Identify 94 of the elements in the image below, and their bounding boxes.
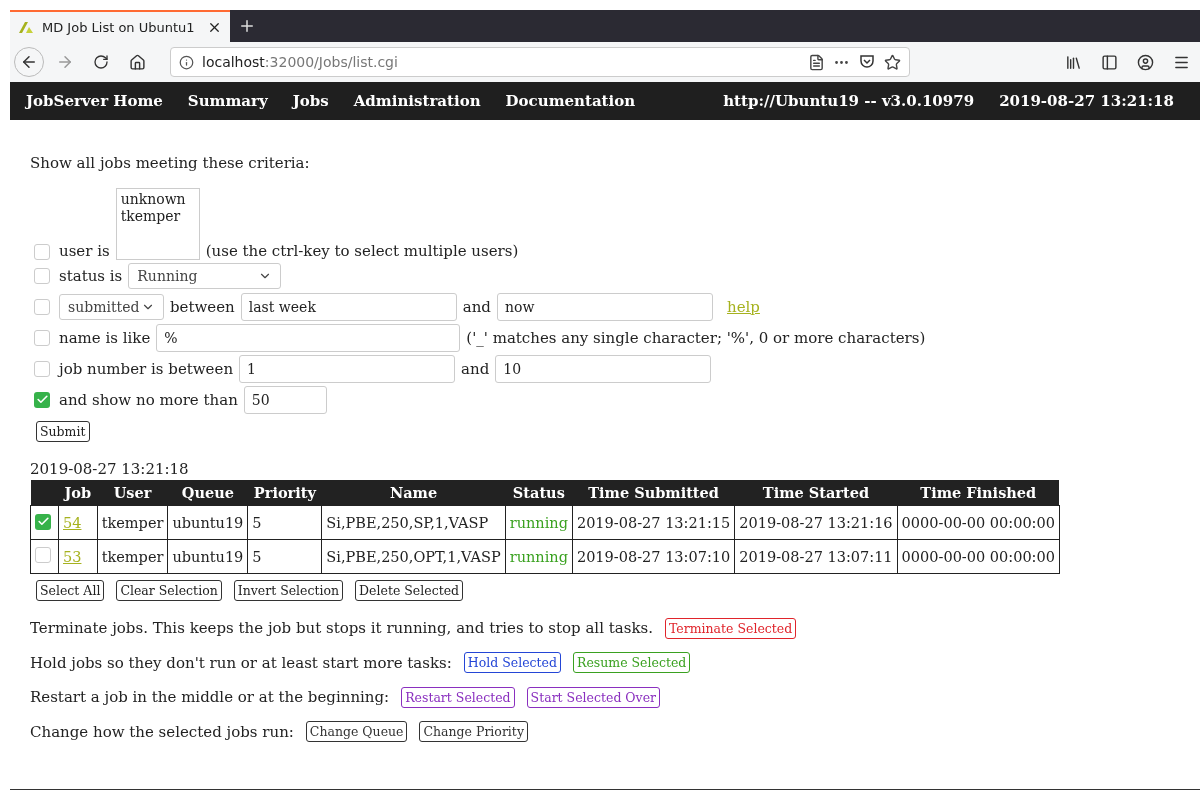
table-cell: 2019-08-27 13:07:10 xyxy=(572,539,735,574)
label: between xyxy=(170,297,235,316)
table-cell: tkemper xyxy=(97,505,168,540)
table-cell: running xyxy=(505,539,573,574)
input-field[interactable]: now xyxy=(497,292,713,321)
checkbox[interactable] xyxy=(34,244,50,260)
checkbox[interactable] xyxy=(35,547,51,563)
label: and show no more than xyxy=(59,390,238,409)
action-button[interactable]: Change Priority xyxy=(419,721,528,743)
checkbox[interactable] xyxy=(34,298,50,315)
action-button[interactable]: Resume Selected xyxy=(573,652,691,674)
nav-link[interactable]: Summary xyxy=(187,92,268,110)
reload-icon[interactable] xyxy=(93,54,109,70)
table-cell: 0000-00-00 00:00:00 xyxy=(897,539,1060,574)
checkbox[interactable] xyxy=(34,391,50,408)
input-field[interactable]: 10 xyxy=(495,354,712,383)
table-cell: 5 xyxy=(247,539,322,574)
timestamp: 2019-08-27 13:21:18 xyxy=(999,92,1174,110)
pocket-icon[interactable] xyxy=(858,53,876,71)
action-button[interactable]: Change Queue xyxy=(305,721,408,743)
table-cell: 2019-08-27 13:21:15 xyxy=(572,505,735,540)
nav-link[interactable]: Documentation xyxy=(505,92,636,110)
selection-button[interactable]: Select All xyxy=(36,580,105,601)
table-cell: tkemper xyxy=(97,539,168,574)
action-button[interactable]: Start Selected Over xyxy=(526,686,661,708)
action-description: Terminate jobs. This keeps the job but stops it running, and tries to stop all tasks. xyxy=(30,619,653,638)
column-header: Job xyxy=(58,480,98,506)
checkbox[interactable] xyxy=(34,267,50,284)
server-info: http://Ubuntu19 -- v3.0.10979 xyxy=(723,92,975,110)
column-header: Time Started xyxy=(734,480,898,506)
nav-link[interactable]: Jobs xyxy=(292,92,329,110)
action-description: Hold jobs so they don't run or at least start more tasks: xyxy=(30,653,452,672)
table-cell: 2019-08-27 13:07:11 xyxy=(734,539,898,574)
action-description: Change how the selected jobs run: xyxy=(30,722,294,741)
input-field[interactable]: last week xyxy=(240,292,457,321)
input-field[interactable]: 1 xyxy=(239,354,456,383)
address-bar[interactable]: localhost:32000/Jobs/list.cgi xyxy=(170,47,910,77)
url-text: localhost:32000/Jobs/list.cgi xyxy=(202,54,399,70)
results-timestamp: 2019-08-27 13:21:18 xyxy=(30,460,190,478)
action-button[interactable]: Restart Selected xyxy=(401,686,515,708)
table-cell: ubuntu19 xyxy=(167,505,248,540)
submit-button[interactable]: Submit xyxy=(36,421,90,442)
column-header: Queue xyxy=(167,480,248,506)
table-cell: 5 xyxy=(247,505,322,540)
sidebar-icon[interactable] xyxy=(1100,53,1118,71)
table-cell: ubuntu19 xyxy=(167,539,248,574)
column-header: Time Finished xyxy=(897,480,1060,506)
table-cell: 0000-00-00 00:00:00 xyxy=(897,505,1060,540)
label: and xyxy=(461,359,490,378)
column-header: Time Submitted xyxy=(572,480,735,506)
label: and xyxy=(462,297,491,316)
hint-text: (use the ctrl-key to select multiple users) xyxy=(205,242,519,260)
column-header: User xyxy=(97,480,168,506)
table-cell: Si,PBE,250,SP,1,VASP xyxy=(321,505,506,540)
column-header: Priority xyxy=(247,480,322,506)
action-description: Restart a job in the middle or at the beginning: xyxy=(30,688,390,707)
table-cell: Si,PBE,250,OPT,1,VASP xyxy=(321,539,506,574)
new-tab-icon[interactable] xyxy=(238,17,256,35)
column-header: Status xyxy=(505,480,573,506)
nav-link[interactable]: JobServer Home xyxy=(26,92,163,110)
selection-button[interactable]: Invert Selection xyxy=(233,580,344,601)
info-icon[interactable] xyxy=(179,54,194,70)
action-button[interactable]: Terminate Selected xyxy=(664,617,797,639)
date-field-select[interactable]: submitted xyxy=(59,293,164,320)
browser-tab[interactable]: MD Job List on Ubuntu1 xyxy=(10,10,230,42)
heading: Show all jobs meeting these criteria: xyxy=(30,154,311,172)
input-field[interactable]: 50 xyxy=(243,385,327,414)
checkbox[interactable] xyxy=(34,329,50,346)
reader-icon[interactable] xyxy=(808,53,825,71)
library-icon[interactable] xyxy=(1064,53,1082,71)
label: name is like xyxy=(59,328,151,347)
list-option[interactable]: tkemper xyxy=(120,208,195,225)
label: user is xyxy=(59,242,110,260)
input-field[interactable]: % xyxy=(156,323,461,352)
label: status is xyxy=(59,266,123,285)
nav-link[interactable]: Administration xyxy=(353,92,481,110)
checkbox[interactable] xyxy=(34,360,50,377)
status-select[interactable]: Running xyxy=(128,262,282,289)
forward-icon[interactable] xyxy=(56,53,74,71)
label: job number is between xyxy=(59,359,234,378)
list-option[interactable]: unknown xyxy=(120,191,195,208)
action-button[interactable]: Hold Selected xyxy=(463,652,562,674)
star-icon[interactable] xyxy=(884,53,901,71)
account-icon[interactable] xyxy=(1136,53,1154,71)
selection-button[interactable]: Delete Selected xyxy=(355,580,464,601)
hint-text: ('_' matches any single character; '%', 0 or more characters) xyxy=(466,328,926,347)
table-cell: 2019-08-27 13:21:16 xyxy=(734,505,898,540)
table-cell: running xyxy=(505,505,573,540)
user-list[interactable]: unknown tkemper xyxy=(115,188,200,260)
selection-button[interactable]: Clear Selection xyxy=(116,580,222,601)
home-icon[interactable] xyxy=(128,53,146,71)
column-header: Name xyxy=(321,480,506,506)
logo-icon xyxy=(18,20,34,34)
checkbox[interactable] xyxy=(35,513,51,530)
